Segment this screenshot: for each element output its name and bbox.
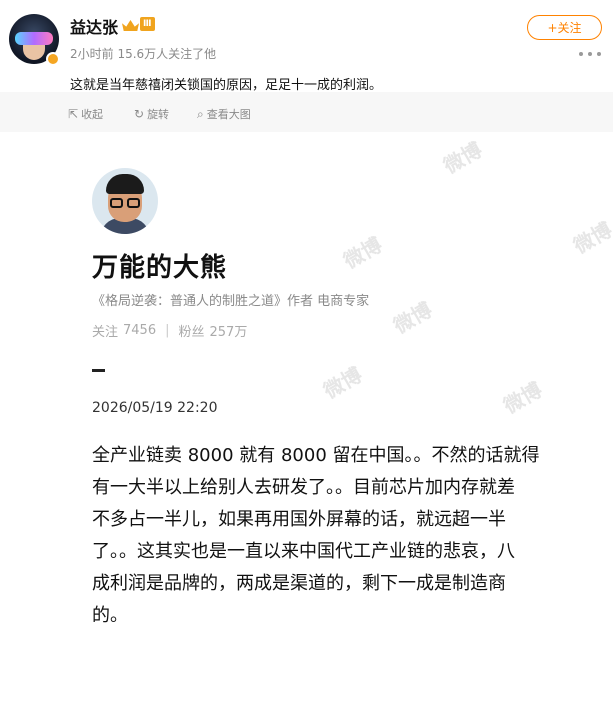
screenshot-card[interactable]: 微博 微博 微博 微博 微博 微博 万能的大熊 《格局逆袭：普通人的制胜之道》作… <box>72 132 613 709</box>
body-line: 的。 <box>92 605 128 626</box>
follow-stat-label: 关注 <box>92 325 119 340</box>
profile-stats: 关注 7456 | 粉丝 257万 <box>92 321 247 340</box>
body-line: 不多占一半儿，如果再用国外屏幕的话，就远超一半 <box>92 509 506 530</box>
collapse-label: 收起 <box>81 108 104 121</box>
verified-badge-icon <box>46 52 60 66</box>
watermark: 微博 <box>499 377 547 419</box>
post-text: 这就是当年慈禧闭关锁国的原因，足足十一成的利润。 <box>70 78 383 93</box>
view-large-button[interactable]: ⌕ 查看大图 <box>197 106 251 122</box>
image-action-bar: ⇱ 收起 ↻ 旋转 ⌕ 查看大图 <box>0 92 613 132</box>
rotate-label: 旋转 <box>147 108 170 121</box>
username[interactable]: 益达张 <box>70 14 118 38</box>
post-meta: 2小时前 15.6万人关注了他 <box>70 47 217 61</box>
divider-dash <box>92 369 105 372</box>
body-line: 全产业链卖 8000 就有 8000 留在中国。。不然的话就得 <box>92 445 540 466</box>
collapse-button[interactable]: ⇱ 收起 <box>68 106 103 122</box>
body-line: 了。。这其实也是一直以来中国代工产业链的悲哀，八 <box>92 541 515 562</box>
rotate-button[interactable]: ↻ 旋转 <box>134 106 169 122</box>
watermark: 微博 <box>389 297 437 339</box>
body-line: 成利润是品牌的，两成是渠道的，剩下一成是制造商 <box>92 573 506 594</box>
body-line: 有一大半以上给别人去研发了。。目前芯片加内存就差 <box>92 477 515 498</box>
fans-stat-label: 粉丝 <box>178 325 205 340</box>
vip-badge[interactable]: Ⅲ <box>122 16 155 32</box>
profile-bio: 《格局逆袭：普通人的制胜之道》作者 电商专家 <box>92 294 370 309</box>
stat-divider: | <box>165 323 170 338</box>
watermark: 微博 <box>339 232 387 274</box>
fans-stat-count: 257万 <box>209 325 248 340</box>
post-timestamp: 2026/05/19 22:20 <box>92 400 218 416</box>
vip-level: Ⅲ <box>140 17 155 31</box>
watermark: 微博 <box>319 362 367 404</box>
zoom-icon: ⌕ <box>197 106 204 121</box>
profile-nickname: 万能的大熊 <box>92 253 228 283</box>
follow-button[interactable]: +关注 <box>527 15 602 40</box>
vr-visor <box>15 32 53 45</box>
crown-icon <box>122 17 139 31</box>
watermark: 微博 <box>439 137 487 179</box>
collapse-icon: ⇱ <box>68 107 79 121</box>
follow-stat-count: 7456 <box>123 323 157 338</box>
rotate-icon: ↻ <box>134 107 145 121</box>
profile-memoji <box>92 168 158 234</box>
avatar-face <box>23 45 45 60</box>
more-options-icon[interactable] <box>579 48 601 60</box>
watermark: 微博 <box>569 217 613 259</box>
quoted-body: 全产业链卖 8000 就有 8000 留在中国。。不然的话就得 有一大半以上给别… <box>92 440 582 632</box>
view-large-label: 查看大图 <box>206 108 251 121</box>
post-header: 益达张 Ⅲ 2小时前 15.6万人关注了他 +关注 这就是当年慈禧闭关锁国的原因… <box>0 0 613 93</box>
